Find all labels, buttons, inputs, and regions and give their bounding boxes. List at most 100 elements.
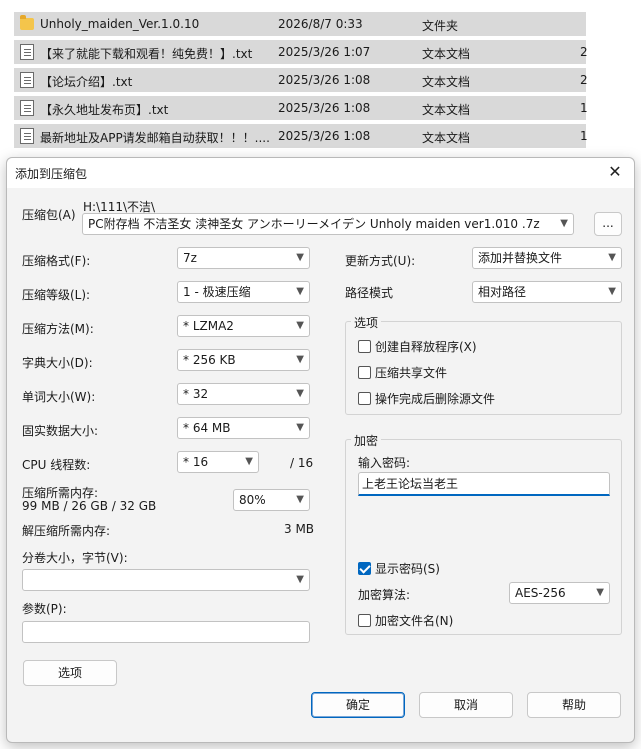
text-file-icon: [20, 128, 34, 144]
file-row[interactable]: 最新地址及APP请发邮箱自动获取！！！.... 2025/3/26 1:08 文…: [14, 124, 588, 148]
memory-percent-select[interactable]: 80% ▼: [233, 489, 310, 511]
file-row[interactable]: 【来了就能下载和观看！纯免费！】.txt 2025/3/26 1:07 文本文档…: [14, 40, 588, 64]
show-password-label: 显示密码(S): [375, 562, 440, 576]
encrypt-names-checkbox[interactable]: 加密文件名(N): [358, 612, 453, 629]
file-list: Unholy_maiden_Ver.1.0.10 2026/8/7 0:33 文…: [0, 0, 641, 160]
method-select[interactable]: * LZMA2 ▼: [177, 315, 310, 337]
add-to-archive-dialog: 添加到压缩包 ✕ 压缩包(A) H:\111\不洁\ PC附存档 不洁圣女 渎神…: [6, 157, 635, 743]
file-size: 1: [580, 129, 588, 143]
file-type: 文本文档: [422, 47, 471, 61]
options-button[interactable]: 选项: [23, 660, 117, 686]
checkbox-box[interactable]: [358, 392, 371, 405]
file-name: Unholy_maiden_Ver.1.0.10: [40, 17, 200, 31]
chevron-down-icon[interactable]: ▼: [296, 418, 304, 438]
cpu-total: / 16: [290, 456, 314, 470]
dialog-title: 添加到压缩包: [15, 167, 88, 181]
file-date: 2026/8/7 0:33: [278, 17, 363, 31]
solid-label: 固实数据大小:: [22, 424, 99, 438]
chevron-down-icon[interactable]: ▼: [596, 583, 604, 603]
create-sfx-checkbox[interactable]: 创建自释放程序(X): [358, 338, 477, 355]
file-name: 【永久地址发布页】.txt: [40, 103, 169, 117]
encryption-method-value: AES-256: [515, 586, 566, 600]
file-row[interactable]: 【论坛介绍】.txt 2025/3/26 1:08 文本文档 2: [14, 68, 588, 92]
archive-label: 压缩包(A): [22, 208, 76, 222]
path-mode-value: 相对路径: [478, 285, 527, 299]
dict-select[interactable]: * 256 KB ▼: [177, 349, 310, 371]
word-label: 单词大小(W):: [22, 390, 96, 404]
text-file-icon: [20, 72, 34, 88]
archive-name-combo[interactable]: PC附存档 不洁圣女 渎神圣女 アンホーリーメイデン Unholy maiden…: [82, 213, 574, 235]
update-mode-label: 更新方式(U):: [345, 254, 416, 268]
chevron-down-icon[interactable]: ▼: [296, 350, 304, 370]
file-size: 2: [580, 45, 588, 59]
memory-percent-value: 80%: [239, 493, 266, 507]
cpu-select[interactable]: * 16 ▼: [177, 451, 259, 473]
file-type: 文本文档: [422, 103, 471, 117]
options-group-label: 选项: [351, 314, 382, 331]
word-select[interactable]: * 32 ▼: [177, 383, 310, 405]
checkbox-box[interactable]: [358, 614, 371, 627]
path-mode-label: 路径模式: [345, 286, 394, 300]
checkbox-box[interactable]: [358, 562, 371, 575]
chevron-down-icon[interactable]: ▼: [296, 282, 304, 302]
word-value: * 32: [183, 387, 209, 401]
encryption-group-label: 加密: [351, 432, 382, 449]
update-mode-value: 添加并替换文件: [478, 251, 563, 265]
solid-select[interactable]: * 64 MB ▼: [177, 417, 310, 439]
encryption-method-label: 加密算法:: [358, 588, 411, 602]
file-row[interactable]: Unholy_maiden_Ver.1.0.10 2026/8/7 0:33 文…: [14, 12, 586, 36]
delete-after-checkbox[interactable]: 操作完成后删除源文件: [358, 390, 495, 407]
text-file-icon: [20, 100, 34, 116]
params-input[interactable]: [22, 621, 310, 643]
title-bar[interactable]: 添加到压缩包 ✕: [7, 158, 634, 188]
show-password-checkbox[interactable]: 显示密码(S): [358, 560, 440, 577]
level-label: 压缩等级(L):: [22, 288, 91, 302]
delete-after-label: 操作完成后删除源文件: [375, 392, 496, 406]
file-date: 2025/3/26 1:07: [278, 45, 371, 59]
format-select[interactable]: 7z ▼: [177, 247, 310, 269]
help-button[interactable]: 帮助: [527, 692, 621, 718]
encryption-method-select[interactable]: AES-256 ▼: [509, 582, 610, 604]
archive-name-value: PC附存档 不洁圣女 渎神圣女 アンホーリーメイデン Unholy maiden…: [88, 217, 540, 231]
compress-shared-checkbox[interactable]: 压缩共享文件: [358, 364, 447, 381]
file-name: 【来了就能下载和观看！纯免费！】.txt: [40, 47, 253, 61]
chevron-down-icon[interactable]: ▼: [296, 570, 304, 590]
chevron-down-icon[interactable]: ▼: [296, 316, 304, 336]
level-select[interactable]: 1 - 极速压缩 ▼: [177, 281, 310, 303]
create-sfx-label: 创建自释放程序(X): [375, 340, 477, 354]
ok-button[interactable]: 确定: [311, 692, 405, 718]
password-input[interactable]: 上老王论坛当老王: [358, 472, 610, 496]
chevron-down-icon[interactable]: ▼: [608, 248, 616, 268]
format-value: 7z: [183, 251, 197, 265]
method-value: * LZMA2: [183, 319, 234, 333]
format-label: 压缩格式(F):: [22, 254, 91, 268]
update-mode-select[interactable]: 添加并替换文件 ▼: [472, 247, 622, 269]
chevron-down-icon[interactable]: ▼: [296, 384, 304, 404]
compress-shared-label: 压缩共享文件: [375, 366, 448, 380]
encrypt-names-label: 加密文件名(N): [375, 614, 454, 628]
file-date: 2025/3/26 1:08: [278, 101, 371, 115]
file-type: 文本文档: [422, 131, 471, 145]
file-row[interactable]: 【永久地址发布页】.txt 2025/3/26 1:08 文本文档 1: [14, 96, 588, 120]
chevron-down-icon[interactable]: ▼: [608, 282, 616, 302]
file-type: 文件夹: [422, 19, 459, 33]
checkbox-box[interactable]: [358, 340, 371, 353]
chevron-down-icon[interactable]: ▼: [560, 214, 568, 234]
volume-label: 分卷大小，字节(V):: [22, 551, 128, 565]
path-mode-select[interactable]: 相对路径 ▼: [472, 281, 622, 303]
volume-size-combo[interactable]: ▼: [22, 569, 310, 591]
level-value: 1 - 极速压缩: [183, 285, 251, 299]
decompress-memory-value: 3 MB: [284, 522, 315, 536]
chevron-down-icon[interactable]: ▼: [296, 248, 304, 268]
file-name: 最新地址及APP请发邮箱自动获取！！！....: [40, 131, 270, 145]
close-icon[interactable]: ✕: [604, 161, 626, 183]
password-label: 输入密码:: [358, 456, 411, 470]
solid-value: * 64 MB: [183, 421, 231, 435]
cancel-button[interactable]: 取消: [419, 692, 513, 718]
chevron-down-icon[interactable]: ▼: [245, 452, 253, 472]
file-size: 1: [580, 101, 588, 115]
params-label: 参数(P):: [22, 602, 67, 616]
browse-button[interactable]: ...: [594, 212, 622, 236]
chevron-down-icon[interactable]: ▼: [296, 490, 304, 510]
checkbox-box[interactable]: [358, 366, 371, 379]
